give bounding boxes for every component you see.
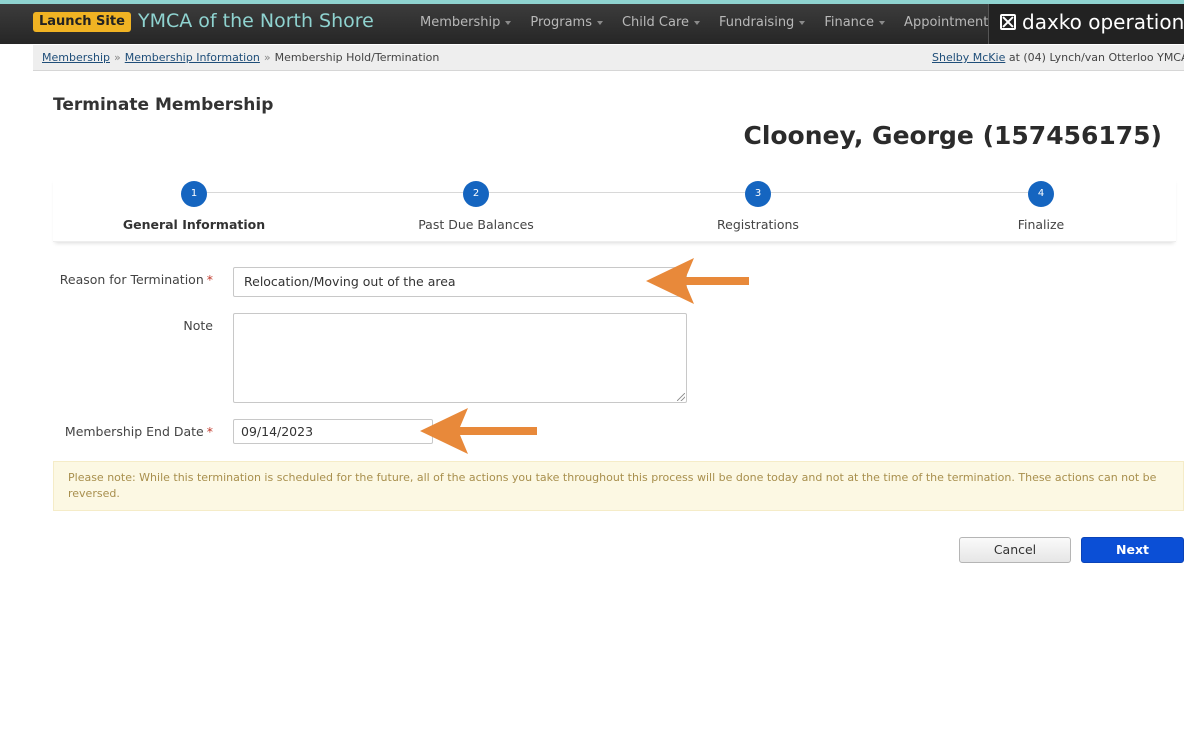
- next-button[interactable]: Next: [1081, 537, 1184, 563]
- breadcrumb-membership-information[interactable]: Membership Information: [125, 51, 260, 64]
- menu-finance[interactable]: Finance: [824, 15, 886, 30]
- chevron-down-icon: [879, 20, 886, 25]
- breadcrumb-bar: Membership» Membership Information» Member…: [33, 45, 1184, 71]
- user-info: Shelby McKie at (04) Lynch/van Otterloo …: [932, 51, 1184, 64]
- annotation-arrow-icon: [420, 408, 537, 454]
- step-number: 2: [463, 181, 489, 207]
- step-registrations: 3 Registrations: [658, 181, 858, 232]
- stepper-line: [194, 192, 1040, 193]
- reason-label: Reason for Termination *: [59, 272, 213, 287]
- reason-select[interactable]: Relocation/Moving out of the area: [233, 267, 687, 297]
- step-past-due-balances: 2 Past Due Balances: [376, 181, 576, 232]
- launch-site-button[interactable]: Launch Site: [33, 12, 131, 32]
- main-menu: Membership Programs Child Care Fundraisi…: [420, 15, 1025, 30]
- top-navbar: Launch Site YMCA of the North Shore Memb…: [0, 4, 1184, 44]
- chevron-down-icon: [505, 20, 512, 25]
- chevron-down-icon: [596, 20, 603, 25]
- termination-notice: Please note: While this termination is s…: [53, 461, 1184, 511]
- progress-stepper: 1 General Information 2 Past Due Balance…: [53, 178, 1176, 242]
- step-number: 4: [1028, 181, 1054, 207]
- site-title[interactable]: YMCA of the North Shore: [138, 10, 374, 32]
- member-name: Clooney, George (157456175): [743, 121, 1162, 150]
- page-title: Terminate Membership: [53, 95, 274, 115]
- menu-programs[interactable]: Programs: [530, 15, 603, 30]
- step-label: General Information: [122, 217, 266, 232]
- required-marker: *: [206, 272, 213, 287]
- required-marker: *: [206, 424, 213, 439]
- note-textarea[interactable]: [233, 313, 687, 403]
- daxko-logo-icon: [1000, 14, 1016, 30]
- step-finalize: 4 Finalize: [941, 181, 1141, 232]
- menu-child-care[interactable]: Child Care: [622, 15, 701, 30]
- menu-membership[interactable]: Membership: [420, 15, 512, 30]
- chevron-down-icon: [799, 20, 806, 25]
- chevron-down-icon: [694, 20, 701, 25]
- step-label: Registrations: [717, 217, 799, 232]
- user-location: at (04) Lynch/van Otterloo YMCA: [1008, 51, 1184, 64]
- end-date-input[interactable]: 09/14/2023: [233, 419, 433, 444]
- annotation-arrow-icon: [646, 258, 749, 304]
- breadcrumb: Membership» Membership Information» Member…: [42, 51, 439, 64]
- step-number: 1: [181, 181, 207, 207]
- step-label: Past Due Balances: [418, 217, 534, 232]
- step-number: 3: [745, 181, 771, 207]
- step-general-information: 1 General Information: [94, 181, 294, 232]
- brand-text: daxko operations: [1022, 10, 1184, 34]
- breadcrumb-separator: »: [114, 51, 121, 64]
- cancel-button[interactable]: Cancel: [959, 537, 1071, 563]
- daxko-brand[interactable]: daxko operations: [988, 4, 1184, 44]
- menu-fundraising[interactable]: Fundraising: [719, 15, 806, 30]
- end-date-label: Membership End Date *: [64, 424, 213, 439]
- breadcrumb-current: Membership Hold/Termination: [274, 51, 440, 64]
- step-label: Finalize: [1017, 217, 1065, 232]
- note-label: Note: [183, 318, 213, 333]
- breadcrumb-membership[interactable]: Membership: [42, 51, 110, 64]
- resize-handle[interactable]: [677, 393, 685, 401]
- user-name-link[interactable]: Shelby McKie: [932, 51, 1005, 64]
- breadcrumb-separator: »: [263, 51, 271, 64]
